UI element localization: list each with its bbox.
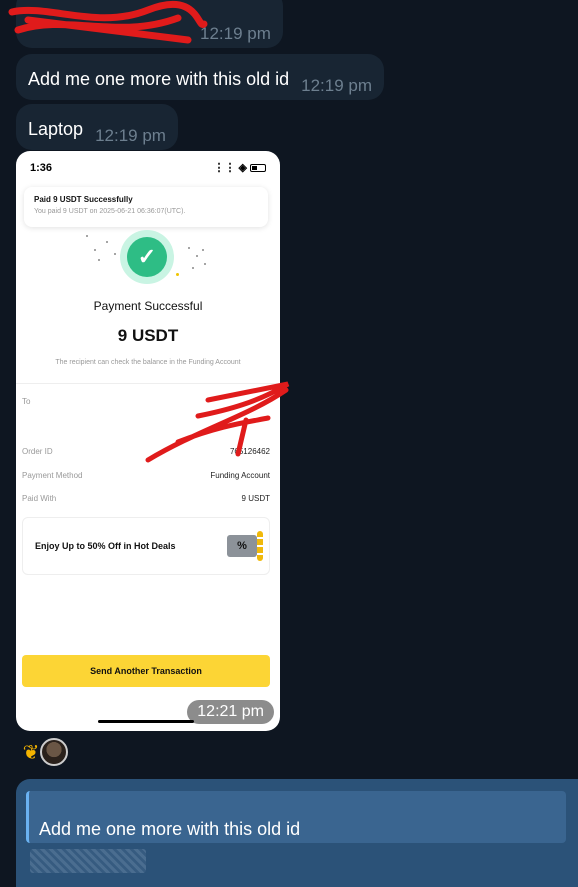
reply-author: [39, 797, 556, 815]
confetti-dot: [94, 249, 96, 251]
message-bubble[interactable]: 12:19 pm: [16, 0, 283, 48]
reactions-row[interactable]: ❦: [18, 738, 68, 766]
confetti-dot: [106, 241, 108, 243]
confetti-dot: [98, 259, 100, 261]
confetti-dot: [188, 247, 190, 249]
detail-row-to: To: [22, 397, 270, 406]
message-time: 12:19 pm: [200, 24, 271, 43]
phone-clock: 1:36: [30, 161, 53, 174]
message-time: 12:19 pm: [301, 76, 373, 95]
promo-card: Enjoy Up to 50% Off in Hot Deals %: [22, 517, 270, 575]
battery-icon: [250, 163, 266, 172]
photo-message[interactable]: 1:36 ⋮⋮ ◈ Paid 9 USDT Successfully You p…: [16, 151, 280, 731]
avatar[interactable]: [40, 738, 68, 766]
reply-quoted-text: Add me one more with this old id: [39, 819, 301, 839]
confetti-dot: [202, 249, 204, 251]
message-bubble[interactable]: Laptop 12:19 pm: [16, 104, 178, 150]
wifi-icon: ◈: [238, 162, 247, 174]
confetti-dot: [196, 255, 198, 257]
to-label: To: [22, 397, 31, 406]
toast-subtitle: You paid 9 USDT on 2025-06-21 06:36:07(U…: [34, 208, 186, 215]
detail-row-paid-with: Paid With 9 USDT: [22, 494, 270, 503]
confetti-dot: [176, 273, 179, 276]
order-id-label: Order ID: [22, 447, 53, 456]
detail-row-payment-method: Payment Method Funding Account: [22, 471, 270, 480]
message-text: Add me one more with this old id: [28, 69, 290, 89]
payment-toast: Paid 9 USDT Successfully You paid 9 USDT…: [24, 187, 268, 227]
detail-row-order-id: Order ID 765126462: [22, 447, 270, 456]
message-bubble[interactable]: Add me one more with this old id 12:19 p…: [16, 54, 385, 100]
paid-with-label: Paid With: [22, 494, 57, 503]
coupon-icon: %: [227, 531, 263, 561]
payment-method-label: Payment Method: [22, 471, 83, 480]
status-icons: ⋮⋮ ◈: [214, 161, 266, 174]
reply-quote[interactable]: Add me one more with this old id: [26, 791, 566, 843]
payment-title: Payment Successful: [93, 299, 203, 313]
success-badge: ✓: [120, 230, 174, 284]
phone-status-bar: 1:36 ⋮⋮ ◈: [30, 161, 266, 174]
payment-method-value: Funding Account: [210, 471, 270, 480]
home-indicator: [98, 720, 194, 723]
order-id-value: 765126462: [229, 447, 270, 456]
checkmark-icon: ✓: [127, 237, 167, 277]
promo-text: Enjoy Up to 50% Off in Hot Deals: [35, 541, 176, 551]
paid-with-value: 9 USDT: [241, 494, 270, 503]
confetti-dot: [192, 267, 194, 269]
signal-icon: ⋮⋮: [213, 162, 236, 174]
confetti-dot: [86, 235, 88, 237]
divider: [16, 383, 280, 384]
hidden-spoiler-text[interactable]: [30, 849, 146, 873]
outgoing-message[interactable]: Add me one more with this old id: [16, 779, 578, 887]
toast-title: Paid 9 USDT Successfully: [34, 195, 133, 204]
confetti-dot: [204, 263, 206, 265]
message-time: 12:21 pm: [187, 700, 274, 724]
message-text: Laptop: [28, 119, 84, 139]
payment-amount: 9 USDT: [117, 326, 179, 345]
message-time: 12:19 pm: [95, 126, 166, 145]
send-another-transaction-button: Send Another Transaction: [22, 655, 270, 687]
payment-note: The recipient can check the balance in t…: [55, 359, 241, 366]
confetti-dot: [114, 253, 116, 255]
